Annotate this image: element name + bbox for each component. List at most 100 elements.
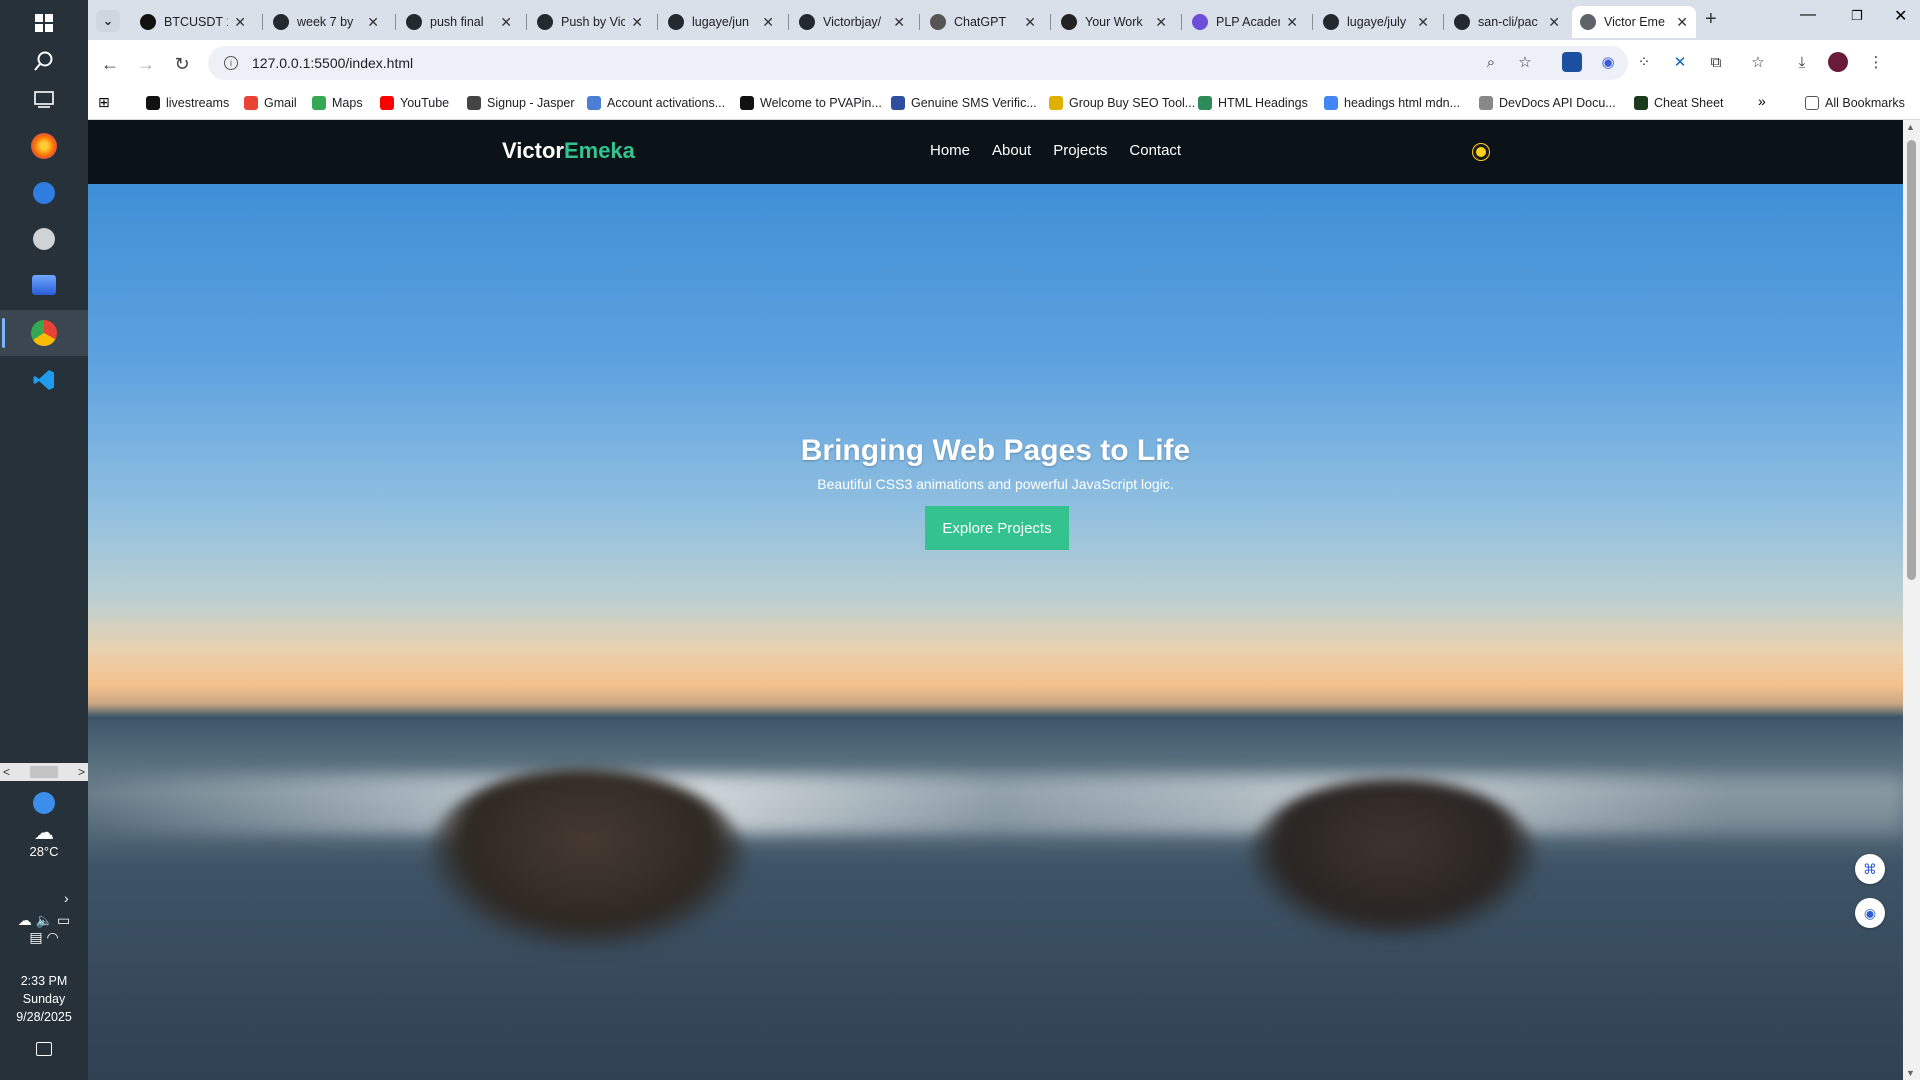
chevron-left-icon[interactable]: <	[3, 765, 10, 779]
download-icon[interactable]: ⤓	[1792, 52, 1812, 72]
close-tab-icon[interactable]: ✕	[762, 14, 774, 31]
weather-widget[interactable]: ☁ 28°C	[0, 822, 88, 859]
tab-5[interactable]: lugaye/jun ✕	[660, 6, 782, 38]
tab-4[interactable]: Push by Vic ✕	[529, 6, 651, 38]
tab-2[interactable]: week 7 by ✕	[265, 6, 387, 38]
bookmark-item[interactable]: DevDocs API Docu...	[1479, 91, 1616, 115]
close-tab-icon[interactable]: ✕	[1548, 14, 1560, 31]
restore-button[interactable]: ❐	[1851, 8, 1863, 24]
tab-8[interactable]: Your Work ✕	[1053, 6, 1175, 38]
close-tab-icon[interactable]: ✕	[893, 14, 905, 31]
vscode-icon[interactable]	[0, 357, 88, 403]
bookmark-item[interactable]: HTML Headings	[1198, 91, 1308, 115]
bookmark-star-icon[interactable]: ☆	[1515, 52, 1535, 72]
tab-1[interactable]: BTCUSDT 1 ✕	[132, 6, 254, 38]
display-icon[interactable]: ▤	[29, 929, 42, 945]
bookmark-item[interactable]: Group Buy SEO Tool...	[1049, 91, 1195, 115]
close-tab-icon[interactable]: ✕	[1024, 14, 1036, 31]
tab-12[interactable]: Victor Eme ✕	[1572, 6, 1696, 38]
url-text[interactable]: 127.0.0.1:5500/index.html	[252, 55, 413, 71]
close-tab-icon[interactable]: ✕	[1286, 14, 1298, 31]
bookmark-item[interactable]: Genuine SMS Verific...	[891, 91, 1037, 115]
app-gray-icon[interactable]	[0, 216, 88, 262]
close-tab-icon[interactable]: ✕	[1155, 14, 1167, 31]
nav-projects[interactable]: Projects	[1053, 142, 1107, 159]
chevron-right-icon[interactable]: >	[78, 765, 85, 779]
scroll-thumb[interactable]	[30, 766, 58, 778]
chrome-icon[interactable]	[0, 310, 88, 356]
profile-avatar[interactable]	[1828, 52, 1848, 72]
theme-toggle-sun-icon[interactable]	[1473, 144, 1489, 160]
explore-projects-button[interactable]: Explore Projects	[925, 506, 1069, 550]
site-logo[interactable]: VictorEmeka	[502, 138, 635, 164]
nav-home[interactable]: Home	[930, 142, 970, 159]
tab-7[interactable]: ChatGPT ✕	[922, 6, 1044, 38]
bookmark-item[interactable]: Signup - Jasper	[467, 91, 575, 115]
bookmark-favicon-icon	[1198, 96, 1212, 110]
grid-widget-icon[interactable]: ⌘	[1855, 854, 1885, 884]
close-tab-icon[interactable]: ✕	[500, 14, 512, 31]
tab-11[interactable]: san-cli/pac ✕	[1446, 6, 1568, 38]
notifications-icon[interactable]	[36, 1042, 52, 1056]
site-nav-links: Home About Projects Contact	[930, 142, 1181, 159]
nav-about[interactable]: About	[992, 142, 1031, 159]
help-icon[interactable]	[0, 780, 88, 826]
page-scrollbar[interactable]: ▲ ▼	[1903, 120, 1920, 1080]
tab-3[interactable]: push final ✕	[398, 6, 520, 38]
extension-icon-2[interactable]: ◉	[1598, 52, 1618, 72]
volume-icon[interactable]: 🔈	[36, 912, 53, 928]
scroll-up-icon[interactable]: ▲	[1906, 122, 1915, 132]
system-clock[interactable]: 2:33 PM Sunday 9/28/2025	[0, 972, 88, 1026]
bookmark-item[interactable]: Welcome to PVAPin...	[740, 91, 882, 115]
task-view-icon[interactable]	[0, 76, 88, 122]
reading-list-icon[interactable]: ☆	[1748, 52, 1768, 72]
bookmark-item[interactable]: Account activations...	[587, 91, 725, 115]
zoom-icon[interactable]: ⌕	[1481, 52, 1501, 72]
extension-icon-3[interactable]: ⁘	[1634, 52, 1654, 72]
nav-contact[interactable]: Contact	[1129, 142, 1181, 159]
bookmark-item[interactable]: Cheat Sheet	[1634, 91, 1724, 115]
forward-button[interactable]: →	[132, 50, 160, 78]
menu-kebab-icon[interactable]: ⋮	[1866, 52, 1886, 72]
close-tab-icon[interactable]: ✕	[1417, 14, 1429, 31]
apps-grid-icon[interactable]: ⊞	[98, 94, 110, 111]
minimize-button[interactable]: —	[1800, 6, 1816, 24]
site-info-icon[interactable]: i	[224, 56, 238, 70]
extensions-puzzle-icon[interactable]: ⧉	[1706, 52, 1726, 72]
bookmark-item[interactable]: headings html mdn...	[1324, 91, 1460, 115]
tab-9[interactable]: PLP Acader ✕	[1184, 6, 1306, 38]
chevron-right-icon[interactable]: ›	[64, 890, 69, 906]
all-bookmarks-button[interactable]: All Bookmarks	[1805, 91, 1905, 115]
remote-desktop-icon[interactable]	[0, 262, 88, 308]
tab-6[interactable]: Victorbjay/ ✕	[791, 6, 913, 38]
close-tab-icon[interactable]: ✕	[234, 14, 246, 31]
extension-icon-4[interactable]: ✕	[1670, 52, 1690, 72]
app-blue-icon[interactable]	[0, 170, 88, 216]
taskbar-scrollbar[interactable]: < >	[0, 763, 88, 781]
battery-icon[interactable]: ▭	[57, 912, 70, 928]
address-bar[interactable]: i 127.0.0.1:5500/index.html	[208, 46, 1628, 80]
reload-button[interactable]: ↻	[168, 50, 196, 78]
close-tab-icon[interactable]: ✕	[631, 14, 643, 31]
tab-10[interactable]: lugaye/july ✕	[1315, 6, 1437, 38]
assistant-widget-icon[interactable]: ◉	[1855, 898, 1885, 928]
tab-search-icon[interactable]: ⌄	[96, 10, 120, 32]
bookmark-item[interactable]: Gmail	[244, 91, 297, 115]
close-tab-icon[interactable]: ✕	[367, 14, 379, 31]
close-tab-icon[interactable]: ✕	[1676, 14, 1688, 31]
firefox-icon[interactable]	[0, 123, 88, 169]
wifi-icon[interactable]: ◠	[46, 929, 58, 945]
scroll-thumb[interactable]	[1907, 140, 1916, 580]
page-viewport: VictorEmeka Home About Projects Contact …	[88, 120, 1903, 1080]
onedrive-icon[interactable]: ☁	[18, 912, 32, 928]
close-window-button[interactable]: ✕	[1894, 6, 1907, 26]
bookmark-item[interactable]: livestreams	[146, 91, 229, 115]
tab-favicon-icon	[140, 14, 156, 30]
bookmark-item[interactable]: YouTube	[380, 91, 449, 115]
new-tab-button[interactable]: +	[1705, 8, 1717, 31]
bookmark-item[interactable]: Maps	[312, 91, 363, 115]
extension-icon-1[interactable]	[1562, 52, 1582, 72]
more-bookmarks-icon[interactable]: »	[1758, 93, 1766, 109]
scroll-down-icon[interactable]: ▼	[1906, 1068, 1915, 1078]
back-button[interactable]: ←	[96, 50, 124, 78]
